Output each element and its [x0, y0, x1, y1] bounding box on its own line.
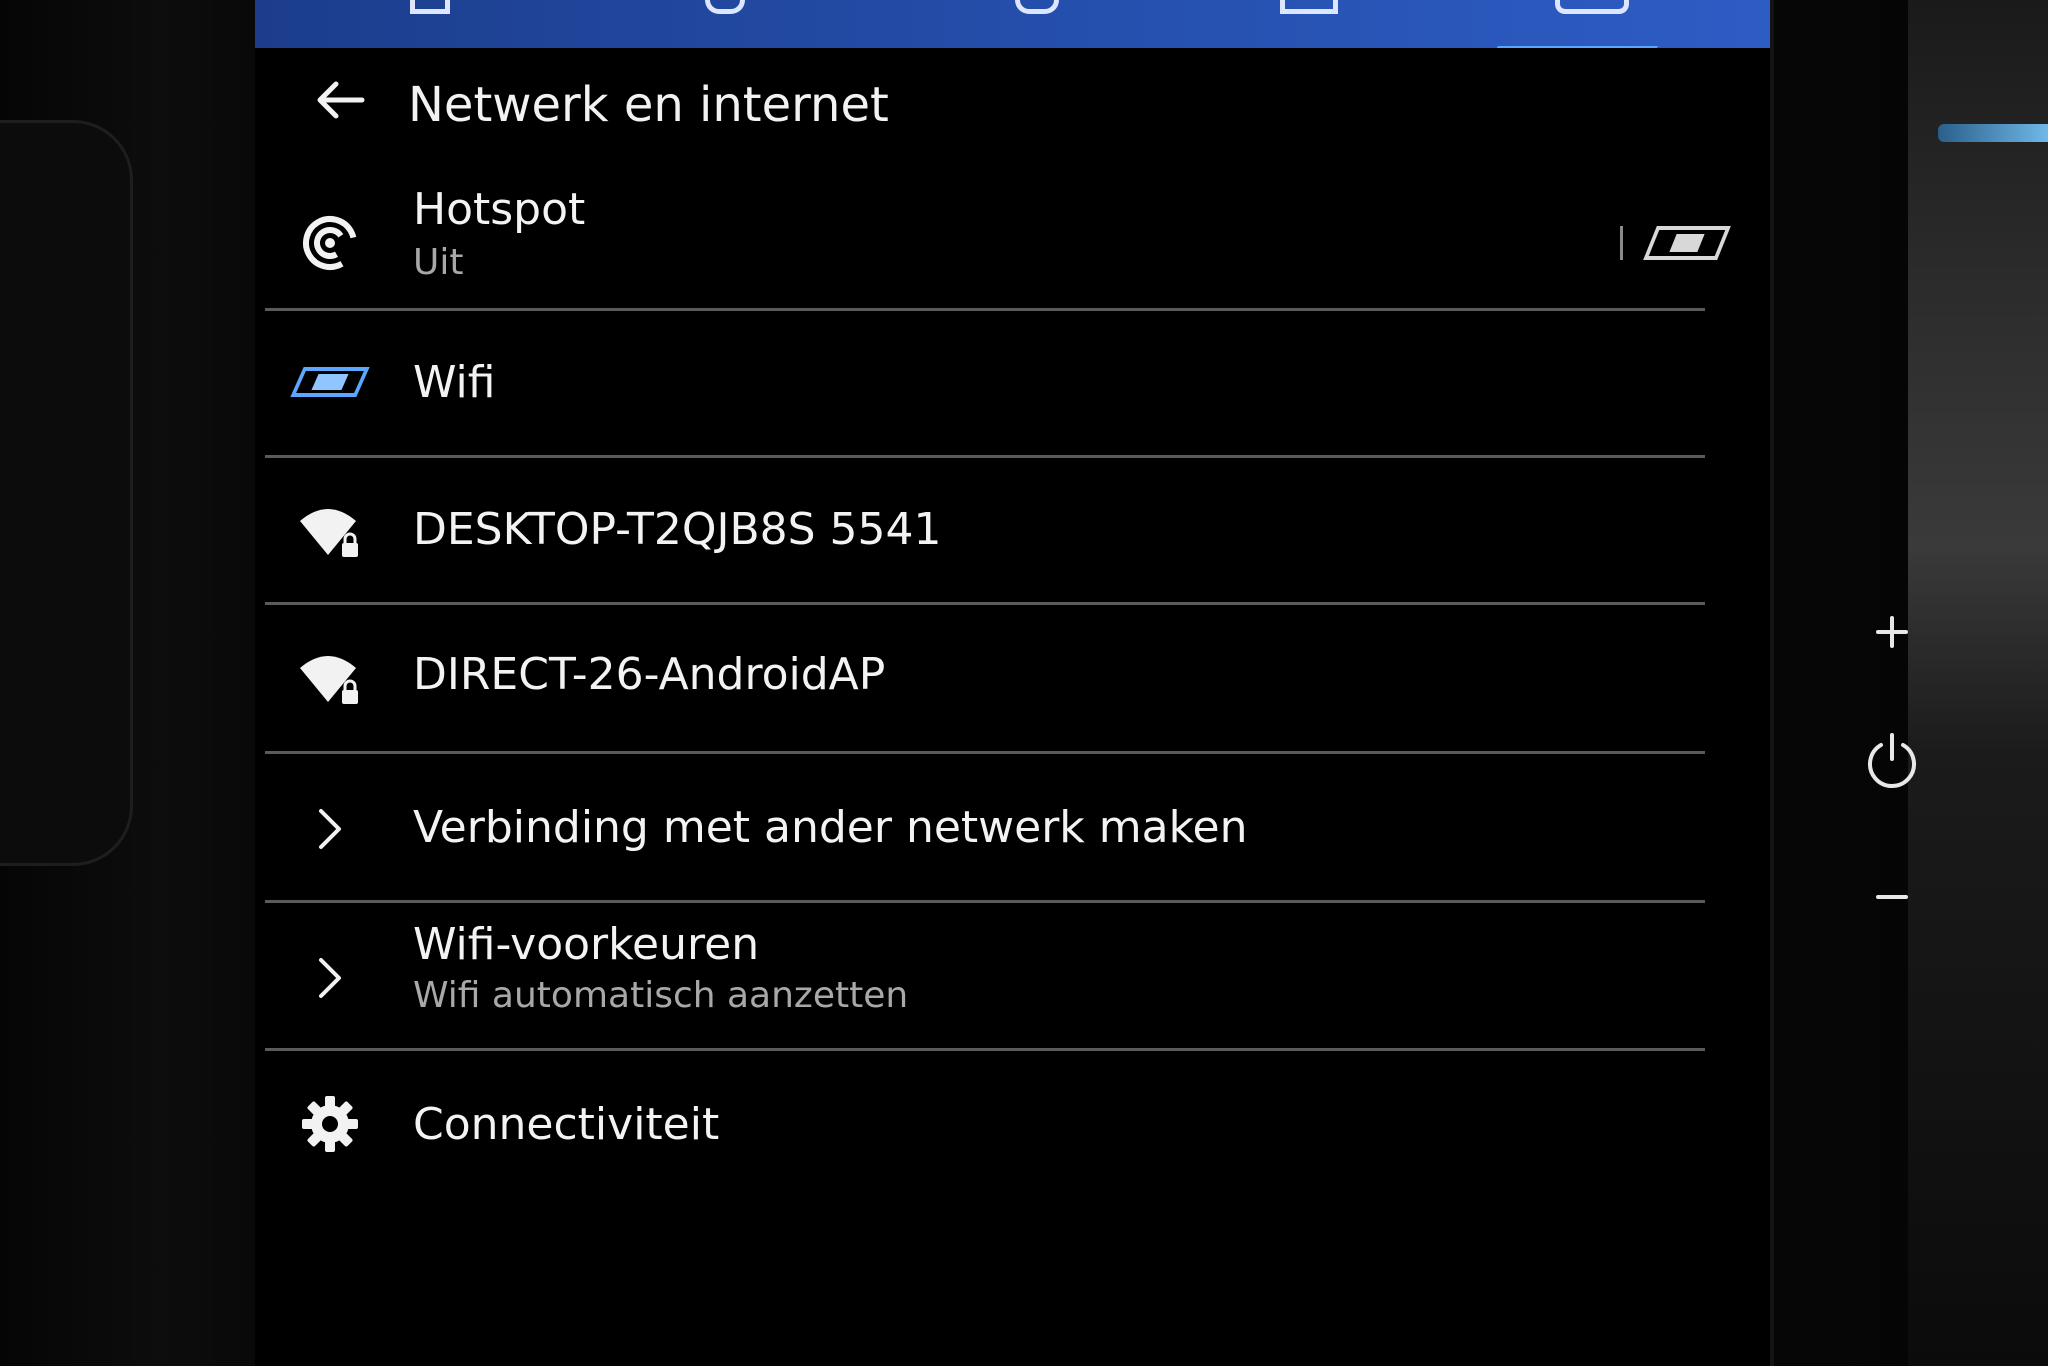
chevron-right-icon: [295, 794, 365, 864]
wifi-title: Wifi: [413, 357, 496, 408]
hotspot-status: Uit: [413, 242, 464, 283]
list-item-network[interactable]: DESKTOP-T2QJB8S 5541: [265, 458, 1705, 605]
wifi-toggle-icon[interactable]: [290, 347, 370, 417]
hotspot-icon: [295, 206, 365, 276]
list-item-connectivity[interactable]: Connectiviteit: [265, 1051, 1705, 1191]
nav-home-icon[interactable]: [410, 0, 450, 14]
nav-vehicle-icon[interactable]: [1555, 0, 1629, 14]
chevron-right-icon: [295, 943, 365, 1013]
hotspot-title: Hotspot: [413, 184, 586, 235]
plus-icon: [1876, 616, 1908, 648]
active-tab-indicator: [1492, 46, 1658, 48]
right-dashboard-panel: [1908, 0, 2048, 1366]
list-item-wifi[interactable]: Wifi: [265, 311, 1705, 458]
connectivity-title: Connectiviteit: [413, 1099, 720, 1150]
back-button[interactable]: [305, 65, 375, 135]
volume-down-button[interactable]: [1857, 862, 1927, 932]
power-button[interactable]: [1857, 727, 1927, 797]
gear-icon: [295, 1089, 365, 1159]
list-item-connect-other[interactable]: Verbinding met ander netwerk maken: [265, 754, 1705, 903]
wifi-preferences-title: Wifi-voorkeuren: [413, 919, 760, 970]
network-name: DESKTOP-T2QJB8S 5541: [413, 504, 942, 555]
top-navigation-bar: [255, 0, 1770, 48]
list-item-network[interactable]: DIRECT-26-AndroidAP: [265, 605, 1705, 754]
wifi-preferences-subtitle: Wifi automatisch aanzetten: [413, 975, 909, 1016]
ambient-light-strip: [1938, 124, 2048, 142]
nav-music-icon[interactable]: [705, 0, 745, 14]
volume-up-button[interactable]: [1857, 597, 1927, 667]
toggle-knob: [1669, 234, 1705, 252]
network-name: DIRECT-26-AndroidAP: [413, 649, 886, 700]
page-title: Netwerk en internet: [408, 77, 889, 133]
list-item-wifi-preferences[interactable]: Wifi-voorkeuren Wifi automatisch aanzett…: [265, 903, 1705, 1051]
power-icon: [1868, 733, 1916, 789]
wifi-lock-icon: [295, 498, 365, 568]
page-header: Netwerk en internet: [255, 60, 1770, 180]
hotspot-toggle[interactable]: [1643, 226, 1731, 260]
nav-phone-icon[interactable]: [1015, 0, 1059, 14]
arrow-left-icon: [317, 81, 365, 119]
minus-icon: [1876, 895, 1908, 899]
divider: [1620, 226, 1623, 260]
nav-apps-icon[interactable]: [1280, 0, 1338, 14]
wifi-lock-icon: [295, 645, 365, 715]
list-item-hotspot[interactable]: Hotspot Uit: [265, 170, 1731, 311]
left-air-vent: [0, 120, 133, 866]
infotainment-screen: Netwerk en internet Hotspot Uit Wifi DES…: [255, 0, 1774, 1366]
connect-other-title: Verbinding met ander netwerk maken: [413, 802, 1248, 853]
